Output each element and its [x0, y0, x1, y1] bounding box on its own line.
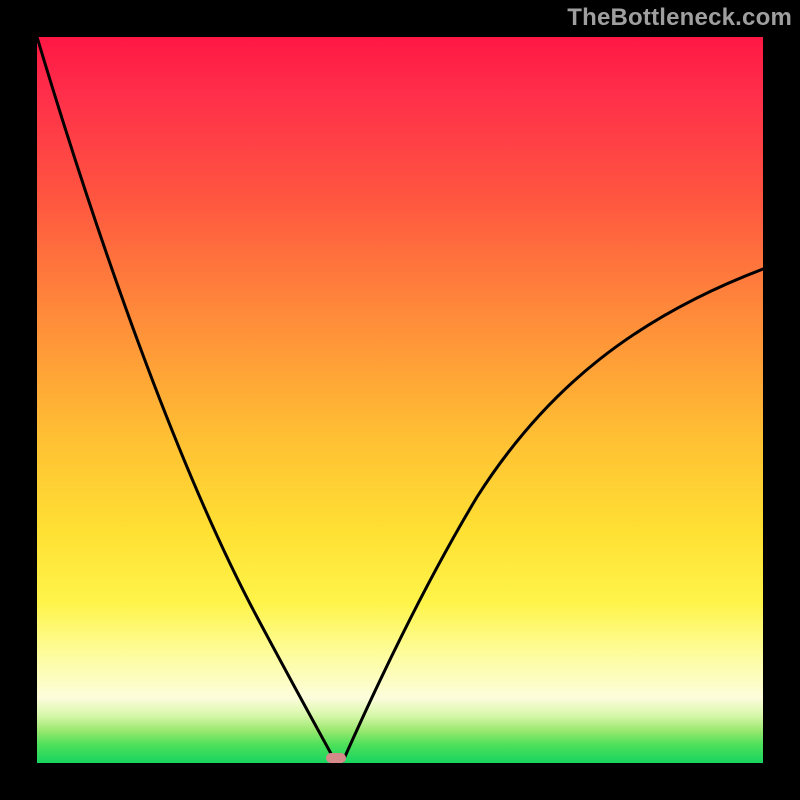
watermark-text: TheBottleneck.com [567, 4, 792, 32]
bottleneck-curve [37, 37, 763, 763]
chart-frame: TheBottleneck.com [0, 0, 800, 800]
curve-right-branch [343, 269, 763, 761]
plot-area [37, 37, 763, 763]
curve-left-branch [37, 37, 335, 761]
bottleneck-marker [326, 753, 346, 763]
